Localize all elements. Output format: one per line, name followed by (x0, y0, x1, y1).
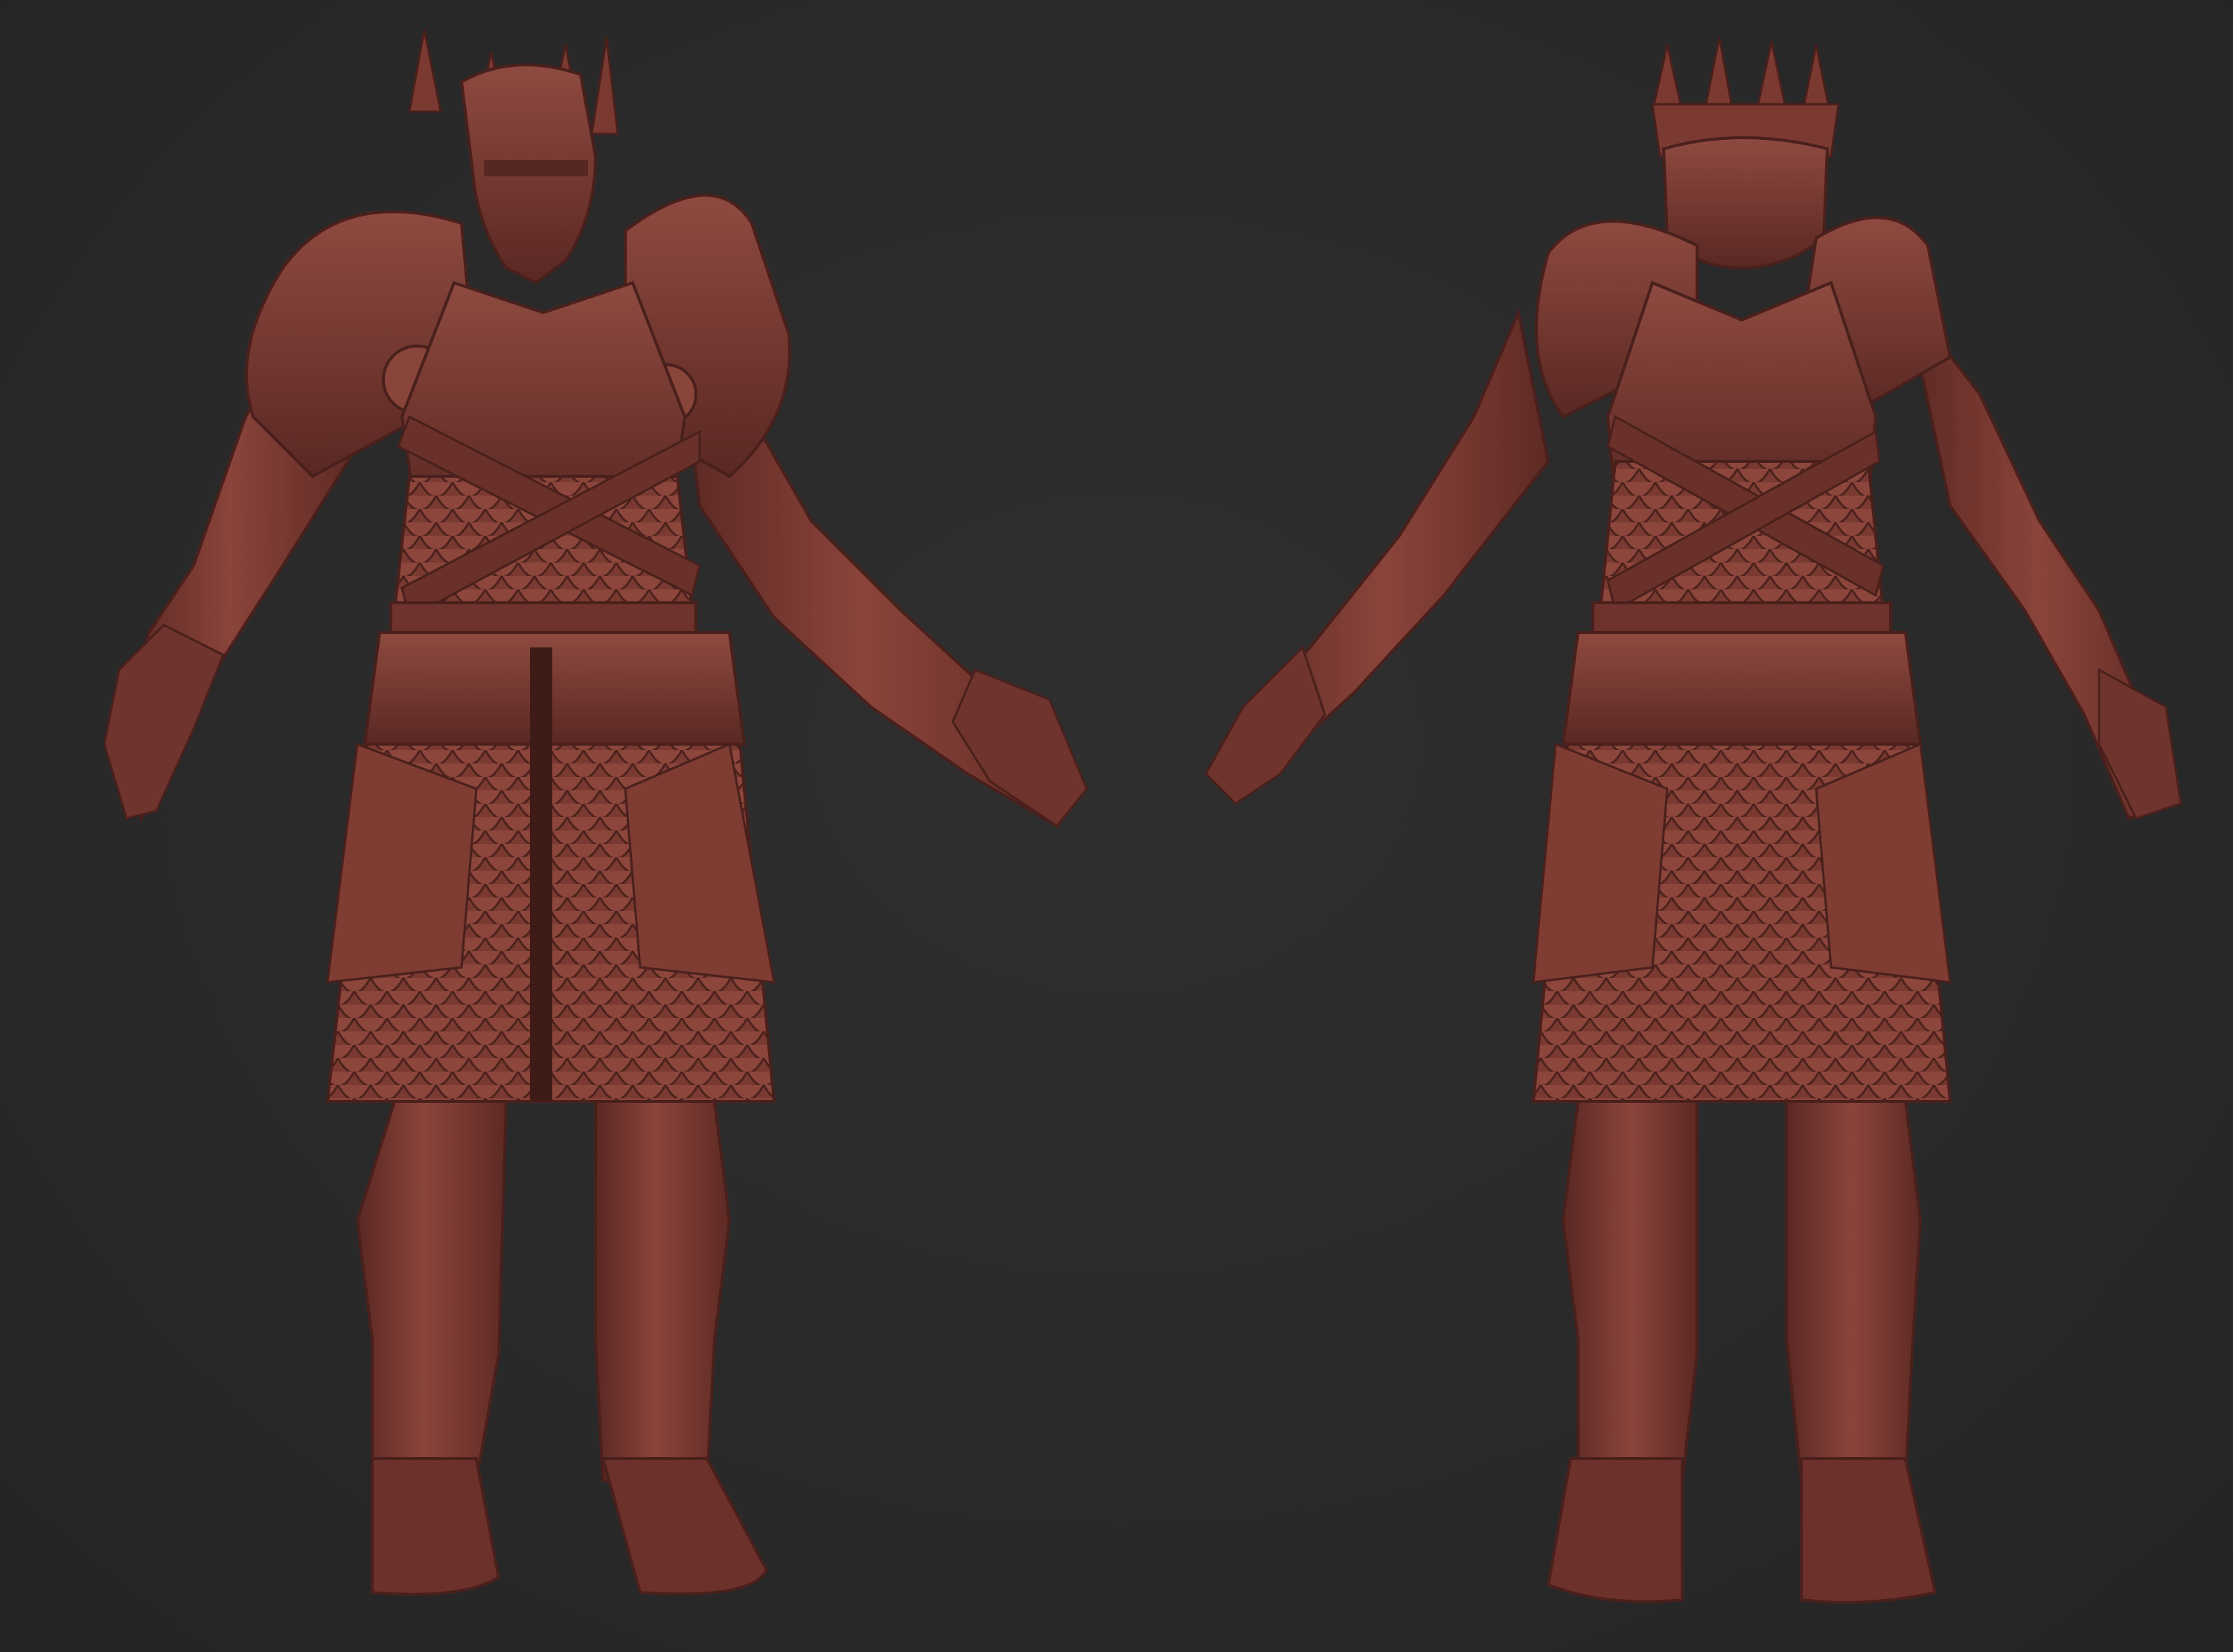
knight-back-view (1131, 0, 2188, 1652)
render-viewport (0, 0, 2233, 1652)
knight-front-view (60, 0, 1116, 1652)
knight-back-icon (1204, 36, 2182, 1604)
knight-front-icon (103, 29, 1089, 1596)
